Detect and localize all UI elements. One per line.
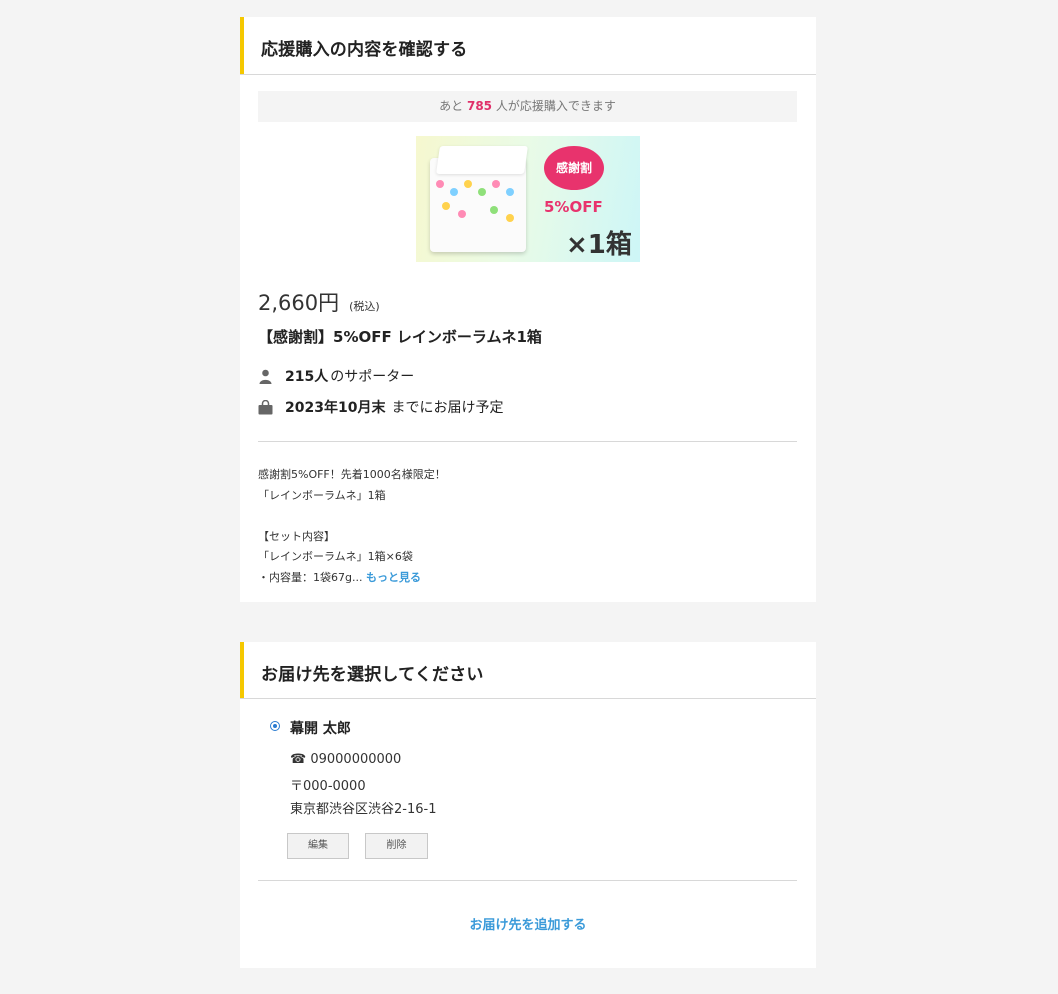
divider: [258, 880, 797, 881]
phone-number: 09000000000: [310, 752, 402, 767]
product-image: 感謝割 5%OFF ×1箱: [416, 136, 640, 262]
section-header: 応援購入の内容を確認する: [240, 17, 816, 75]
supporters-count: 215人: [285, 369, 329, 385]
description-line: 「レインボーラムネ」1箱×6袋: [258, 550, 413, 563]
discount-rate: 5%OFF: [544, 198, 603, 216]
remaining-suffix: 人が応援購入できます: [495, 99, 616, 113]
box-lid: [436, 146, 528, 174]
postal-code: 〒000-0000: [290, 779, 366, 794]
section-header: お届け先を選択してください: [240, 642, 816, 699]
description-line: [258, 506, 446, 527]
description-line: 【セット内容】: [258, 529, 335, 543]
description-last-line: ・内容量：1袋67g... もっと見る: [258, 568, 446, 589]
purchase-confirm-card: 応援購入の内容を確認する あと 785 人が応援購入できます 感謝割 5%OFF…: [240, 17, 816, 602]
section-title: お届け先を選択してください: [261, 665, 484, 685]
delivery-date: 2023年10月末: [285, 400, 386, 416]
product-title: 【感謝割】5%OFF レインボーラムネ1箱: [258, 328, 542, 346]
remaining-prefix: あと: [439, 99, 464, 113]
divider: [258, 441, 797, 442]
price-value: 2,660円: [258, 291, 340, 315]
description-line: 「レインボーラムネ」1箱: [258, 488, 386, 502]
add-address-link[interactable]: お届け先を追加する: [240, 914, 816, 933]
tax-note: (税込): [349, 300, 380, 313]
reward-description: 感謝割5%OFF！先着1000名様限定！ 「レインボーラムネ」1箱 【セット内容…: [258, 465, 446, 588]
phone-row: ☎ 09000000000: [290, 752, 401, 767]
supporters-row: 215人 のサポーター: [258, 366, 414, 386]
delete-button[interactable]: 削除: [365, 833, 428, 859]
description-line: ・内容量：1袋67g...: [258, 570, 363, 584]
delivery-row: 2023年10月末 までにお届け予定: [258, 397, 503, 417]
remaining-count: 785: [466, 99, 493, 113]
supporters-label: のサポーター: [330, 369, 415, 385]
box-quantity: ×1箱: [566, 230, 632, 260]
description-line: 感謝割5%OFF！先着1000名様限定！: [258, 468, 446, 481]
more-link[interactable]: もっと見る: [366, 571, 421, 584]
person-icon: [258, 369, 273, 384]
shopping-bag-icon: [258, 399, 273, 415]
phone-icon: ☎: [290, 752, 307, 767]
remaining-notice: あと 785 人が応援購入できます: [258, 91, 797, 122]
delivery-label: までにお届け予定: [391, 400, 504, 416]
street-address: 東京都渋谷区渋谷2-16-1: [290, 802, 437, 817]
delivery-address-card: お届け先を選択してください 幕開 太郎 ☎ 09000000000 〒000-0…: [240, 642, 816, 968]
section-title: 応援購入の内容を確認する: [261, 40, 468, 60]
discount-badge: 感謝割: [544, 146, 604, 190]
address-radio[interactable]: [270, 721, 280, 731]
price: 2,660円 (税込): [258, 287, 380, 317]
recipient-name: 幕開 太郎: [290, 721, 351, 737]
edit-button[interactable]: 編集: [287, 833, 349, 859]
